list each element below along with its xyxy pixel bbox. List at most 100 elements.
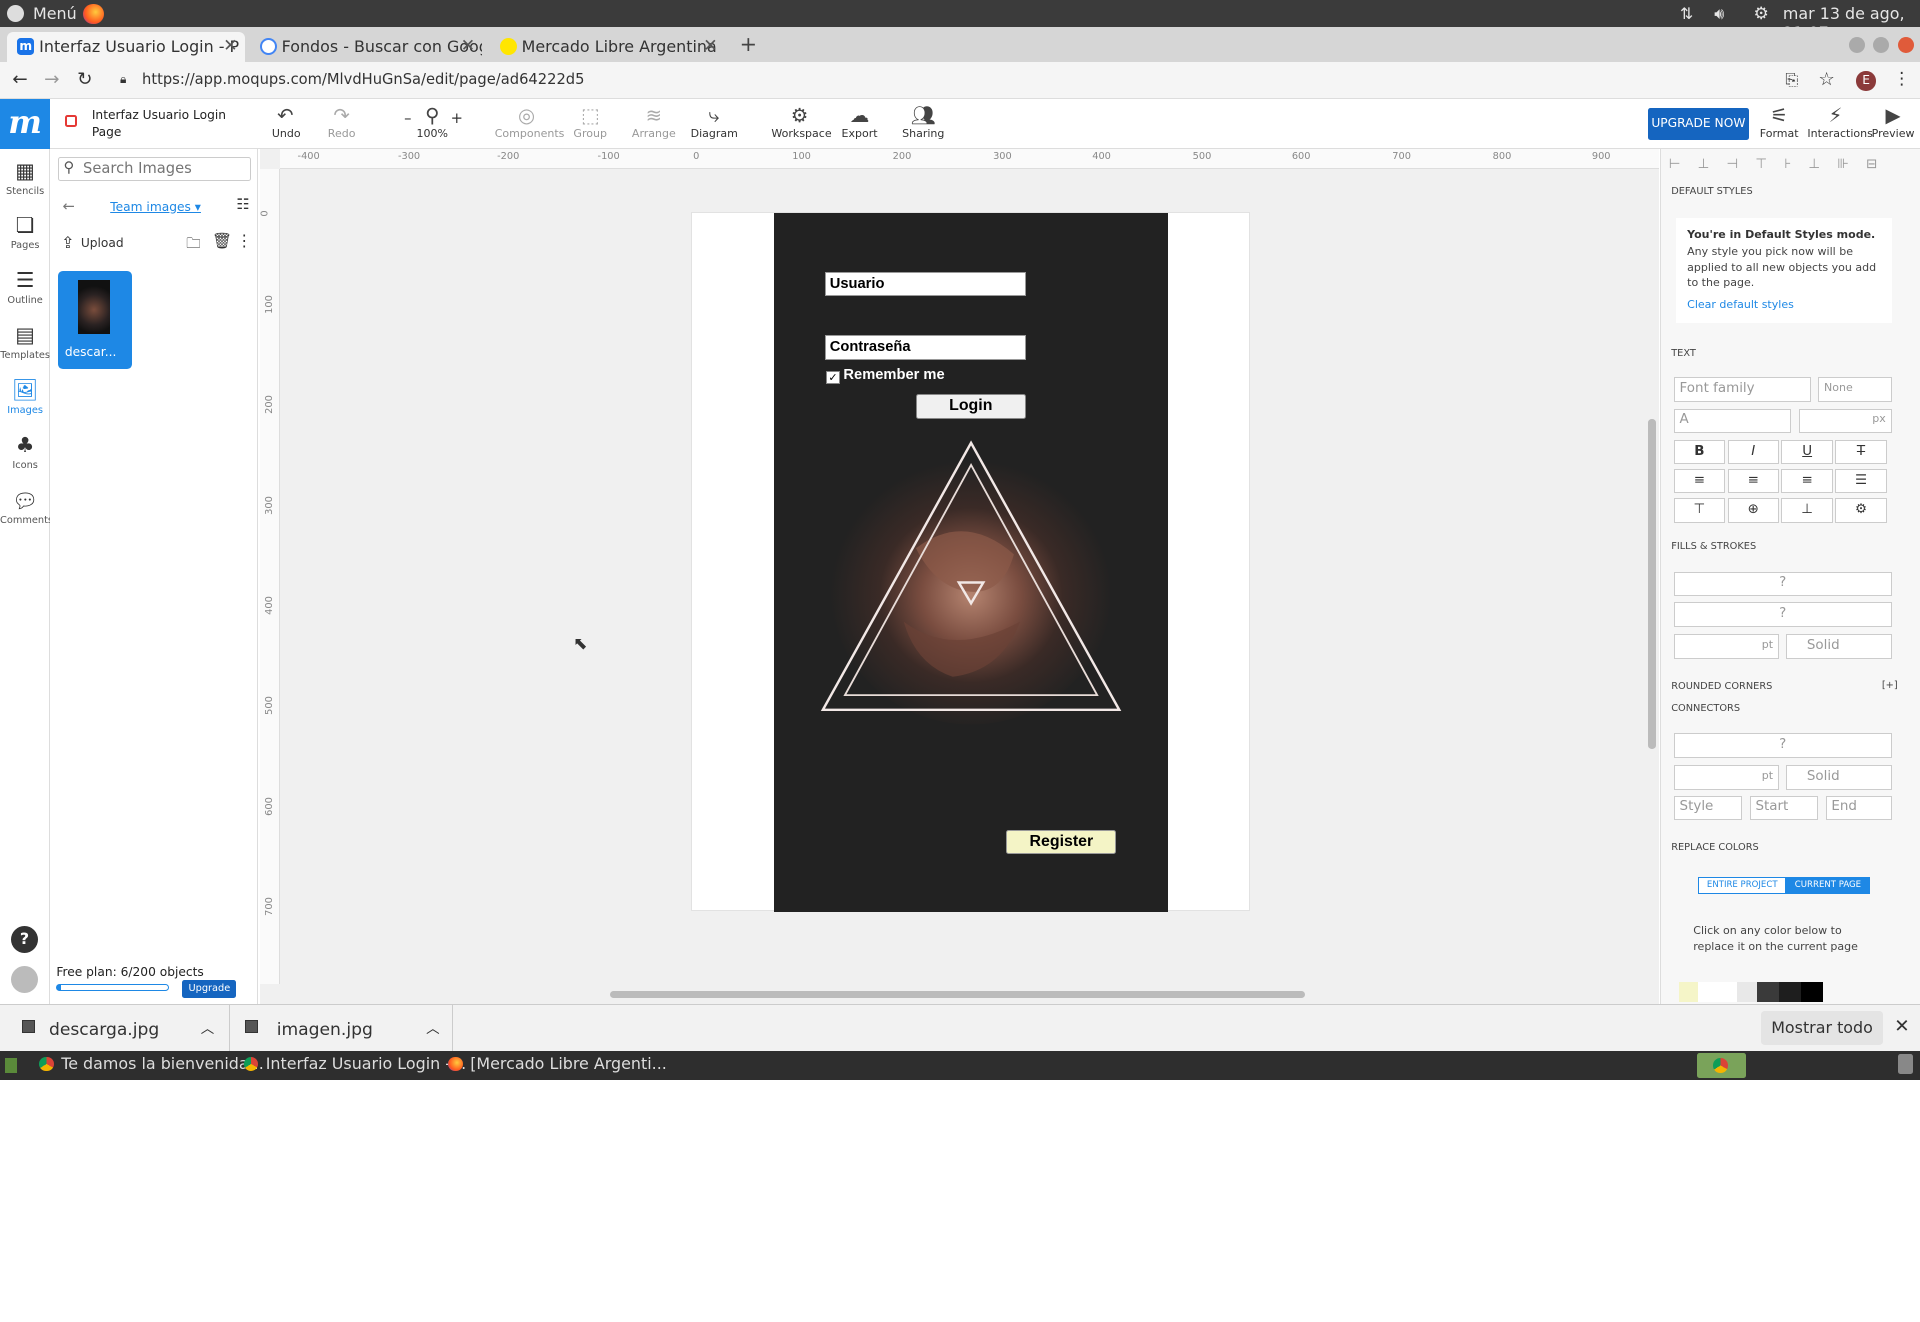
- swatch[interactable]: [1800, 982, 1823, 1002]
- valign-middle-button[interactable]: ⊕: [1727, 498, 1779, 523]
- team-images-dropdown[interactable]: Team images ▾: [110, 200, 201, 214]
- translate-icon[interactable]: ⎘: [1785, 70, 1798, 90]
- trash-icon[interactable]: 🗑︎: [212, 231, 232, 250]
- help-icon[interactable]: ?: [11, 925, 38, 953]
- network-icon[interactable]: ⇅: [1680, 4, 1693, 23]
- upgrade-now-button[interactable]: UPGRADE NOW: [1648, 107, 1749, 140]
- search-input[interactable]: [83, 160, 245, 178]
- more-options-icon[interactable]: ⋮: [236, 231, 252, 250]
- taskbar-item-chrome[interactable]: Te damos la bienvenida...: [39, 1054, 264, 1077]
- settings-gear-icon[interactable]: ⚙: [1753, 4, 1768, 24]
- browser-menu-icon[interactable]: ⋮: [1893, 69, 1910, 89]
- zoom-in-button[interactable]: +: [451, 110, 463, 127]
- redo-button[interactable]: ↷ Redo: [326, 105, 358, 141]
- connector-start-select[interactable]: Start: [1749, 795, 1819, 821]
- nav-images[interactable]: 🖼︎ Images: [0, 378, 50, 416]
- align-right-button[interactable]: ≡: [1781, 468, 1833, 494]
- username-field[interactable]: [825, 271, 1026, 297]
- format-button[interactable]: ⚟ Format: [1758, 105, 1800, 141]
- upload-icon[interactable]: ⇪: [61, 233, 74, 252]
- components-button[interactable]: ◎ Components: [495, 105, 565, 141]
- new-tab-icon[interactable]: +: [740, 32, 757, 56]
- justify-button[interactable]: ☰: [1835, 468, 1887, 494]
- volume-icon[interactable]: 🔊︎: [1714, 4, 1724, 24]
- close-tab-icon[interactable]: ✕: [223, 36, 237, 56]
- chevron-up-icon[interactable]: ︿: [201, 1017, 214, 1037]
- swatch[interactable]: [1678, 982, 1699, 1002]
- login-button[interactable]: Login: [915, 394, 1026, 419]
- url-field[interactable]: https://app.moqups.com/MlvdHuGnSa/edit/p…: [142, 71, 584, 88]
- show-all-button[interactable]: Mostrar todo: [1760, 1011, 1884, 1046]
- swatch[interactable]: [1698, 982, 1738, 1002]
- nav-comments[interactable]: 💬︎ Comments: [0, 489, 53, 527]
- stroke-color-field[interactable]: ?: [1673, 602, 1892, 627]
- password-field[interactable]: [825, 335, 1026, 360]
- group-button[interactable]: ⬚ Group: [573, 105, 607, 141]
- interactions-button[interactable]: ⚡︎ Interactions: [1807, 105, 1873, 141]
- moqups-logo[interactable]: m: [0, 99, 51, 150]
- bold-button[interactable]: B: [1673, 439, 1726, 465]
- canvas-area[interactable]: -400 -300 -200 -100 0 100 200 300 400 50…: [259, 149, 1660, 1005]
- project-subtitle[interactable]: Page: [92, 125, 122, 139]
- close-downloads-icon[interactable]: ✕: [1894, 1016, 1909, 1037]
- mockup-page[interactable]: ✓ Remember me Login Re: [690, 211, 1251, 912]
- fill-color-field[interactable]: ?: [1673, 571, 1892, 597]
- swatch[interactable]: [1737, 982, 1757, 1002]
- connector-type-select[interactable]: Style: [1673, 795, 1743, 821]
- horizontal-scroll-thumb[interactable]: [609, 990, 1306, 998]
- vertical-scrollbar[interactable]: [1647, 174, 1657, 987]
- taskbar-item-mercadolibre[interactable]: [Mercado Libre Argenti...: [448, 1054, 667, 1077]
- window-close-icon[interactable]: [1897, 36, 1914, 53]
- image-thumbnail[interactable]: descar...: [57, 270, 133, 369]
- undo-button[interactable]: ↶ Undo: [272, 105, 301, 141]
- clear-default-styles-link[interactable]: Clear default styles: [1687, 298, 1794, 311]
- align-center-button[interactable]: ≡: [1727, 468, 1779, 494]
- download-item[interactable]: imagen.jpg ︿: [235, 1005, 454, 1052]
- nav-icons[interactable]: ♣ Icons: [0, 433, 50, 471]
- preview-button[interactable]: ▶ Preview: [1871, 105, 1915, 141]
- window-minimize-icon[interactable]: [1848, 36, 1865, 53]
- firefox-icon[interactable]: [83, 3, 105, 25]
- diagram-button[interactable]: ⤷ Diagram: [691, 105, 738, 141]
- font-family-select[interactable]: Font family: [1673, 377, 1811, 402]
- font-weight-select[interactable]: None: [1818, 377, 1892, 402]
- remember-checkbox[interactable]: ✓: [826, 370, 840, 385]
- font-size-field[interactable]: px: [1798, 408, 1892, 434]
- reload-icon[interactable]: ↻: [77, 69, 92, 90]
- search-images-field[interactable]: ⚲: [57, 156, 252, 182]
- nav-stencils[interactable]: ▦ Stencils: [0, 159, 50, 197]
- vertical-scroll-thumb[interactable]: [1648, 418, 1656, 750]
- zoom-control[interactable]: ⚲ 100%: [416, 105, 448, 141]
- login-screen-background[interactable]: ✓ Remember me Login Re: [773, 212, 1168, 912]
- current-page-toggle[interactable]: CURRENT PAGE: [1786, 876, 1870, 894]
- trash-tray-icon[interactable]: [1897, 1054, 1913, 1074]
- strikethrough-button[interactable]: T: [1835, 439, 1887, 465]
- user-avatar[interactable]: [11, 966, 38, 994]
- underline-button[interactable]: U: [1781, 439, 1833, 465]
- align-left-button[interactable]: ≡: [1673, 468, 1726, 494]
- show-desktop-icon[interactable]: [4, 1057, 18, 1073]
- upgrade-button[interactable]: Upgrade: [182, 979, 237, 998]
- swatch[interactable]: [1756, 982, 1779, 1002]
- connector-width-field[interactable]: pt: [1673, 765, 1779, 790]
- nav-pages[interactable]: ❏ Pages: [0, 213, 50, 251]
- os-menu-label[interactable]: Menú: [33, 4, 77, 23]
- new-folder-icon[interactable]: 🗀︎: [186, 233, 201, 258]
- stroke-width-field[interactable]: pt: [1673, 634, 1779, 659]
- download-item[interactable]: descarga.jpg ︿: [12, 1005, 231, 1052]
- close-tab-icon[interactable]: ✕: [703, 36, 717, 56]
- text-settings-button[interactable]: ⚙: [1835, 498, 1887, 523]
- connector-end-select[interactable]: End: [1825, 795, 1892, 821]
- connector-style-select[interactable]: Solid: [1786, 765, 1892, 790]
- valign-top-button[interactable]: ⊤: [1673, 498, 1726, 523]
- export-button[interactable]: ☁ Export: [840, 105, 879, 141]
- rounded-corners-toggle[interactable]: [+]: [1882, 680, 1898, 691]
- upload-button[interactable]: Upload: [81, 236, 124, 250]
- browser-tab-moqups[interactable]: m Interfaz Usuario Login - P ✕: [7, 31, 245, 63]
- taskbar-item-moqups[interactable]: Interfaz Usuario Login -...: [243, 1054, 466, 1077]
- profile-avatar[interactable]: E: [1856, 71, 1876, 91]
- text-color-field[interactable]: A: [1673, 408, 1792, 434]
- stroke-style-select[interactable]: Solid: [1786, 634, 1892, 659]
- tray-chrome-icon[interactable]: [1697, 1053, 1747, 1078]
- register-button[interactable]: Register: [1006, 829, 1117, 855]
